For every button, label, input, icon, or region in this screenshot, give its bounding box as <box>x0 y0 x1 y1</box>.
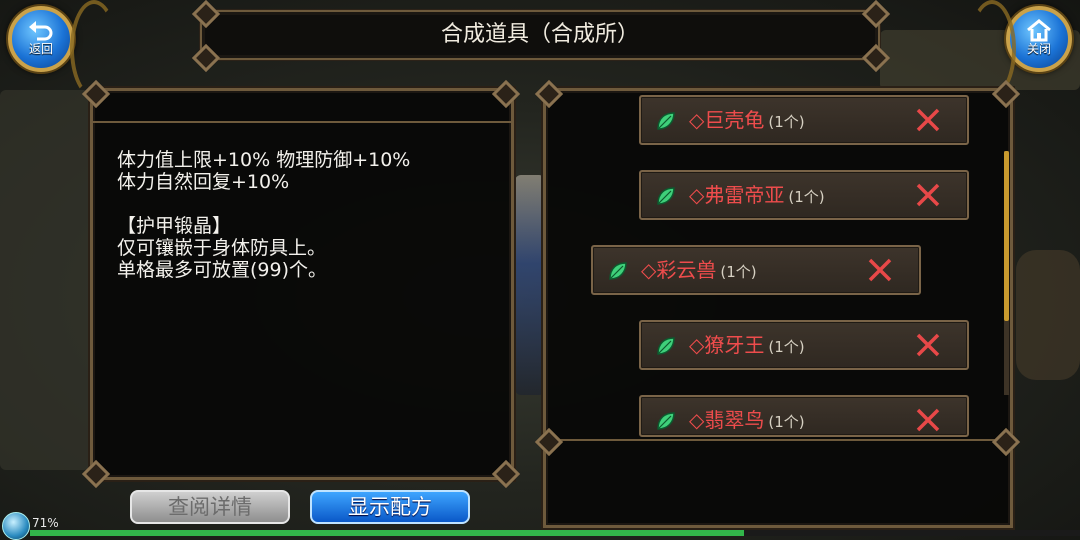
battery-orb-icon <box>2 512 30 540</box>
close-button[interactable]: 关闭 <box>1006 6 1072 72</box>
back-button[interactable]: 返回 <box>8 6 74 72</box>
description-line: 仅可镶嵌于身体防具上。 <box>117 237 327 259</box>
green-leaf-icon <box>657 112 675 130</box>
back-button-label: 返回 <box>28 42 53 56</box>
green-leaf-icon <box>657 412 675 430</box>
title-bar: 合成道具（合成所） <box>199 9 881 61</box>
home-icon <box>1027 19 1051 42</box>
material-name: ◇彩云兽 (1个) <box>641 258 757 282</box>
green-leaf-icon <box>609 262 627 280</box>
material-name: ◇巨壳龟 (1个) <box>689 108 805 132</box>
remove-x-icon[interactable] <box>915 332 941 358</box>
scrollbar-thumb[interactable] <box>1004 151 1009 321</box>
background-shelf <box>0 90 90 470</box>
material-list-item[interactable]: ◇翡翠鸟 (1个) <box>639 395 969 437</box>
panel-divider <box>546 439 1010 441</box>
experience-bar <box>30 530 1080 536</box>
close-button-label: 关闭 <box>1026 42 1051 56</box>
view-details-button[interactable]: 查阅详情 <box>130 490 290 524</box>
green-leaf-icon <box>657 187 675 205</box>
material-count: (1个) <box>768 338 805 356</box>
panel-divider <box>93 121 511 123</box>
material-list-item[interactable]: ◇巨壳龟 (1个) <box>639 95 969 145</box>
remove-x-icon[interactable] <box>915 182 941 208</box>
description-line <box>117 193 410 215</box>
description-line: 体力值上限+10% 物理防御+10% <box>117 149 411 171</box>
remove-x-icon[interactable] <box>867 257 893 283</box>
material-name: ◇弗雷帝亚 (1个) <box>689 183 825 207</box>
description-line: 【护甲锻晶】 <box>117 215 232 237</box>
description-line: 单格最多可放置(99)个。 <box>117 259 328 281</box>
material-name: ◇翡翠鸟 (1个) <box>689 408 805 432</box>
material-count: (1个) <box>788 188 825 206</box>
experience-bar-fill <box>30 530 744 536</box>
material-count: (1个) <box>768 413 805 431</box>
item-description-text: 体力值上限+10% 物理防御+10% 体力自然回复+10% 【护甲锻晶】 仅可镶… <box>117 149 410 281</box>
material-list-item[interactable]: ◇獠牙王 (1个) <box>639 320 969 370</box>
show-recipe-button[interactable]: 显示配方 <box>310 490 470 524</box>
background-barrel <box>1016 250 1080 380</box>
material-count: (1个) <box>768 113 805 131</box>
material-list-item[interactable]: ◇弗雷帝亚 (1个) <box>639 170 969 220</box>
material-list-item[interactable]: ◇彩云兽 (1个) <box>591 245 921 295</box>
return-arrow-icon <box>29 21 53 41</box>
remove-x-icon[interactable] <box>915 107 941 133</box>
battery-percentage: 71% <box>32 516 59 530</box>
page-title: 合成道具（合成所） <box>440 22 639 47</box>
description-line: 体力自然回复+10% <box>117 171 290 193</box>
materials-list-panel <box>543 88 1013 528</box>
background-character <box>515 175 545 395</box>
remove-x-icon[interactable] <box>915 407 941 433</box>
material-name: ◇獠牙王 (1个) <box>689 333 805 357</box>
green-leaf-icon <box>657 337 675 355</box>
material-count: (1个) <box>720 263 757 281</box>
item-description-panel: 体力值上限+10% 物理防御+10% 体力自然回复+10% 【护甲锻晶】 仅可镶… <box>90 88 514 480</box>
